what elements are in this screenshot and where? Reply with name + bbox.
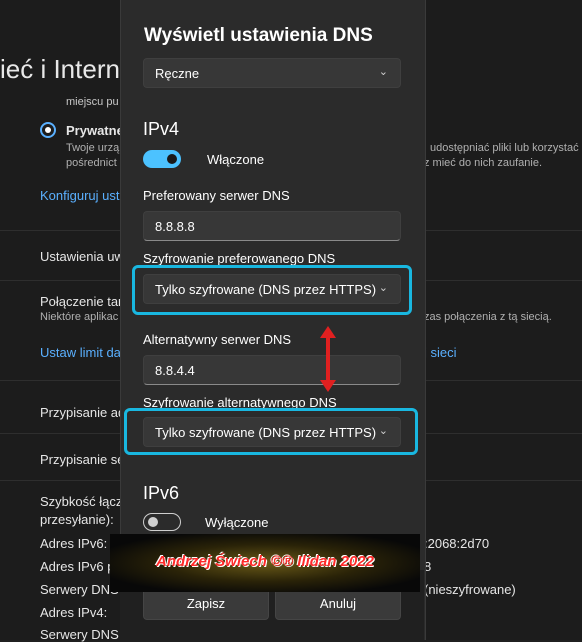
ipv4-toggle-label: Włączone xyxy=(207,152,265,167)
radio-private-desc-1: Twoje urzą xyxy=(66,142,120,154)
ipv4-address-label: Adres IPv4: xyxy=(40,605,108,620)
ipv4-toggle[interactable] xyxy=(143,150,181,168)
settings-row[interactable]: Ustawienia uw xyxy=(40,249,124,264)
preferred-dns-label: Preferowany serwer DNS xyxy=(143,188,290,203)
dns-servers-value: (nieszyfrowane) xyxy=(424,582,516,597)
link-speed-label-2: przesyłanie): xyxy=(40,512,114,527)
metered-desc: Niektóre aplikac xyxy=(40,311,119,323)
page-title: ieć i Intern xyxy=(0,54,120,84)
alternate-dns-input[interactable]: 8.8.4.4 xyxy=(143,355,401,385)
toggle-knob xyxy=(148,517,158,527)
alternate-encryption-value: Tylko szyfrowane (DNS przez HTTPS) xyxy=(155,425,377,440)
link-speed-label: Szybkość łącz xyxy=(40,494,123,509)
ipv6-address-value: :2068:2d70 xyxy=(424,536,490,551)
watermark: Andrzej Świech ©® Ilidan 2022 xyxy=(110,534,420,592)
watermark-text: Andrzej Świech ©® Ilidan 2022 xyxy=(155,553,374,570)
alternate-dns-value: 8.8.4.4 xyxy=(155,363,195,378)
alternate-dns-label: Alternatywny serwer DNS xyxy=(143,332,292,347)
ipv6-heading: IPv6 xyxy=(143,483,180,503)
chevron-down-icon: ⌄ xyxy=(378,282,388,294)
ipv6-toggle-label: Wyłączone xyxy=(205,515,269,530)
data-limit-link-b[interactable]: j sieci xyxy=(424,345,457,360)
preferred-dns-value: 8.8.8.8 xyxy=(155,219,195,234)
preferred-dns-input[interactable]: 8.8.8.8 xyxy=(143,211,401,241)
radio-private[interactable] xyxy=(40,122,56,138)
preferred-encryption-label: Szyfrowanie preferowanego DNS xyxy=(143,251,336,266)
metered-title: Połączenie tar xyxy=(40,294,123,309)
ipv6-prefix-label: Adres IPv6 p xyxy=(40,559,115,574)
dns-mode-select[interactable]: Ręczne ⌄ xyxy=(143,58,401,88)
radio-private-label: Prywatne xyxy=(66,123,124,138)
data-limit-link[interactable]: Ustaw limit da xyxy=(40,345,121,360)
dns-mode-value: Ręczne xyxy=(155,66,200,81)
save-button[interactable]: Zapisz xyxy=(143,588,269,620)
ipv6-address-label: Adres IPv6: xyxy=(40,536,108,551)
chevron-down-icon: ⌄ xyxy=(378,425,388,437)
cancel-button[interactable]: Anuluj xyxy=(275,588,401,620)
alternate-encryption-select[interactable]: Tylko szyfrowane (DNS przez HTTPS) ⌄ xyxy=(143,417,401,447)
chevron-down-icon: ⌄ xyxy=(378,66,388,78)
preferred-encryption-select[interactable]: Tylko szyfrowane (DNS przez HTTPS) ⌄ xyxy=(143,274,401,304)
radio-public-desc: miejscu pu xyxy=(66,96,119,108)
toggle-knob xyxy=(167,154,177,164)
radio-private-desc-1b: udostępniać pliki lub korzystać xyxy=(430,142,579,154)
ipv4-heading: IPv4 xyxy=(143,119,180,139)
dns-assignment-row: Przypisanie se xyxy=(40,452,125,467)
preferred-encryption-value: Tylko szyfrowane (DNS przez HTTPS) xyxy=(155,282,377,297)
radio-private-desc-2: pośrednict xyxy=(66,157,117,169)
configure-link[interactable]: Konfiguruj ust xyxy=(40,188,120,203)
ipv6-toggle[interactable] xyxy=(143,513,181,531)
ip-assignment-row: Przypisanie ad xyxy=(40,405,126,420)
radio-private-desc-2b: z mieć do nich zaufanie. xyxy=(424,157,543,169)
metered-desc-b: zas połączenia z tą siecią. xyxy=(424,311,552,323)
double-arrow-annotation-icon xyxy=(320,326,336,392)
dialog-title: Wyświetl ustawienia DNS xyxy=(144,25,373,46)
